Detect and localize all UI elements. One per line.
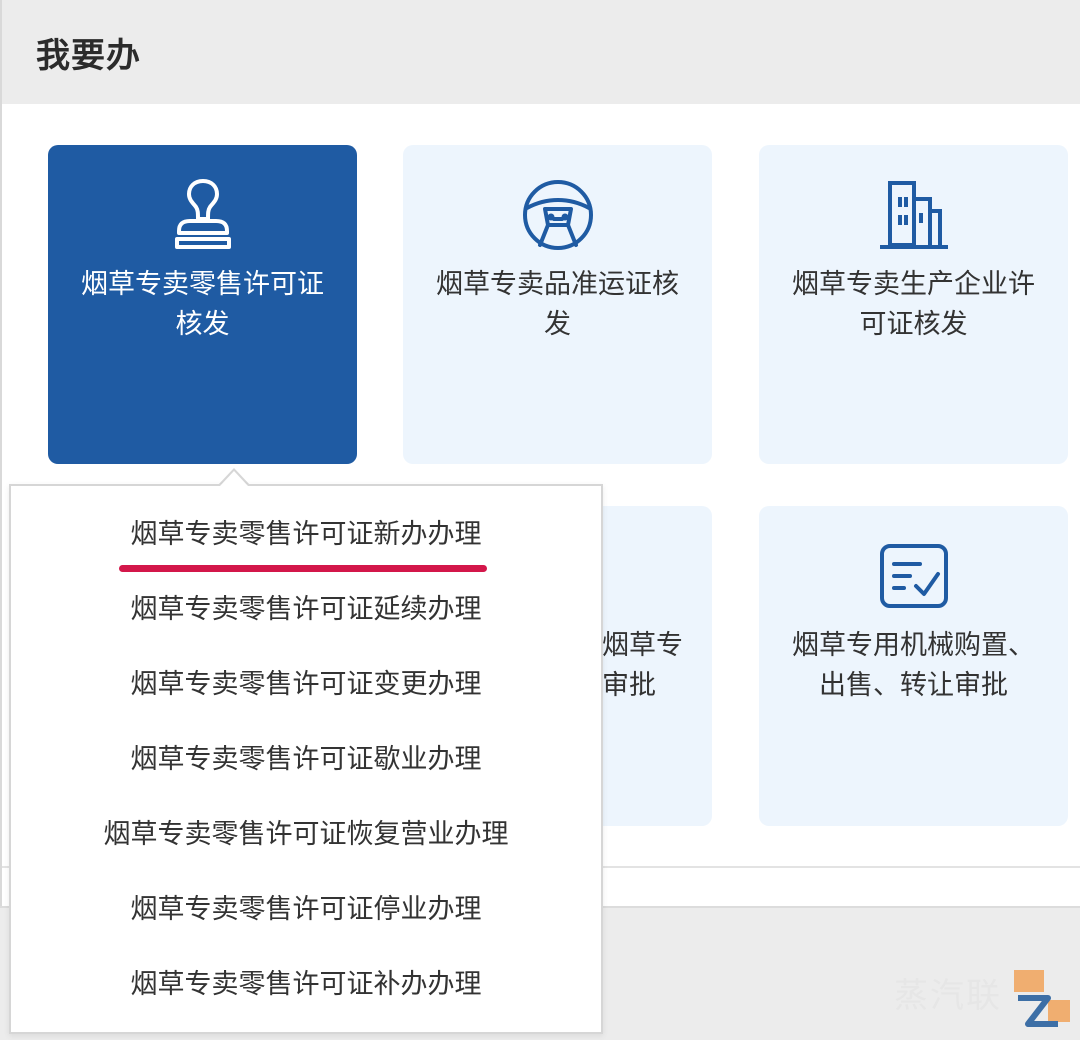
- watermark: 蒸汽联: [894, 976, 1002, 1016]
- building-icon: [879, 181, 948, 249]
- section-title: 我要办: [36, 36, 141, 76]
- tile-label: 烟草专用机械购置、出售、转让审批: [792, 630, 1035, 701]
- tile-transport-permit[interactable]: 烟草专卖品准运证核发: [403, 145, 712, 464]
- section-header: 我要办: [0, 0, 1080, 104]
- tile-label: 烟草专卖零售许可证核发: [81, 269, 324, 340]
- menu-item-close-business[interactable]: 烟草专卖零售许可证歇业办理: [11, 735, 601, 785]
- tile-label: 烟草专卖生产企业许可证核发: [792, 269, 1035, 340]
- watermark-logo-icon: [1014, 970, 1070, 1027]
- menu-item-renew[interactable]: 烟草专卖零售许可证延续办理: [11, 585, 601, 635]
- menu-item-resume-business[interactable]: 烟草专卖零售许可证恢复营业办理: [11, 810, 601, 860]
- menu-item-change[interactable]: 烟草专卖零售许可证变更办理: [11, 660, 601, 710]
- selected-underline: [119, 565, 487, 572]
- tile-machinery-approval[interactable]: 烟草专用机械购置、出售、转让审批: [759, 506, 1068, 826]
- tile-label-line1: 烟草专: [602, 630, 683, 661]
- checklist-icon: [879, 544, 948, 608]
- stamp-icon: [174, 179, 231, 249]
- license-action-menu: 烟草专卖零售许可证新办办理 烟草专卖零售许可证延续办理 烟草专卖零售许可证变更办…: [9, 484, 603, 1034]
- tile-label-line2: 审批: [602, 670, 656, 701]
- tile-retail-license[interactable]: 烟草专卖零售许可证核发: [48, 145, 357, 464]
- dropdown-arrow-inner: [220, 471, 248, 486]
- steering-wheel-icon: [522, 180, 593, 250]
- menu-item-suspend[interactable]: 烟草专卖零售许可证停业办理: [11, 885, 601, 935]
- tile-label: 烟草专卖品准运证核发: [436, 269, 679, 340]
- menu-item-reissue[interactable]: 烟草专卖零售许可证补办办理: [11, 960, 601, 1010]
- tile-production-license[interactable]: 烟草专卖生产企业许可证核发: [759, 145, 1068, 464]
- menu-item-new[interactable]: 烟草专卖零售许可证新办办理: [11, 510, 601, 560]
